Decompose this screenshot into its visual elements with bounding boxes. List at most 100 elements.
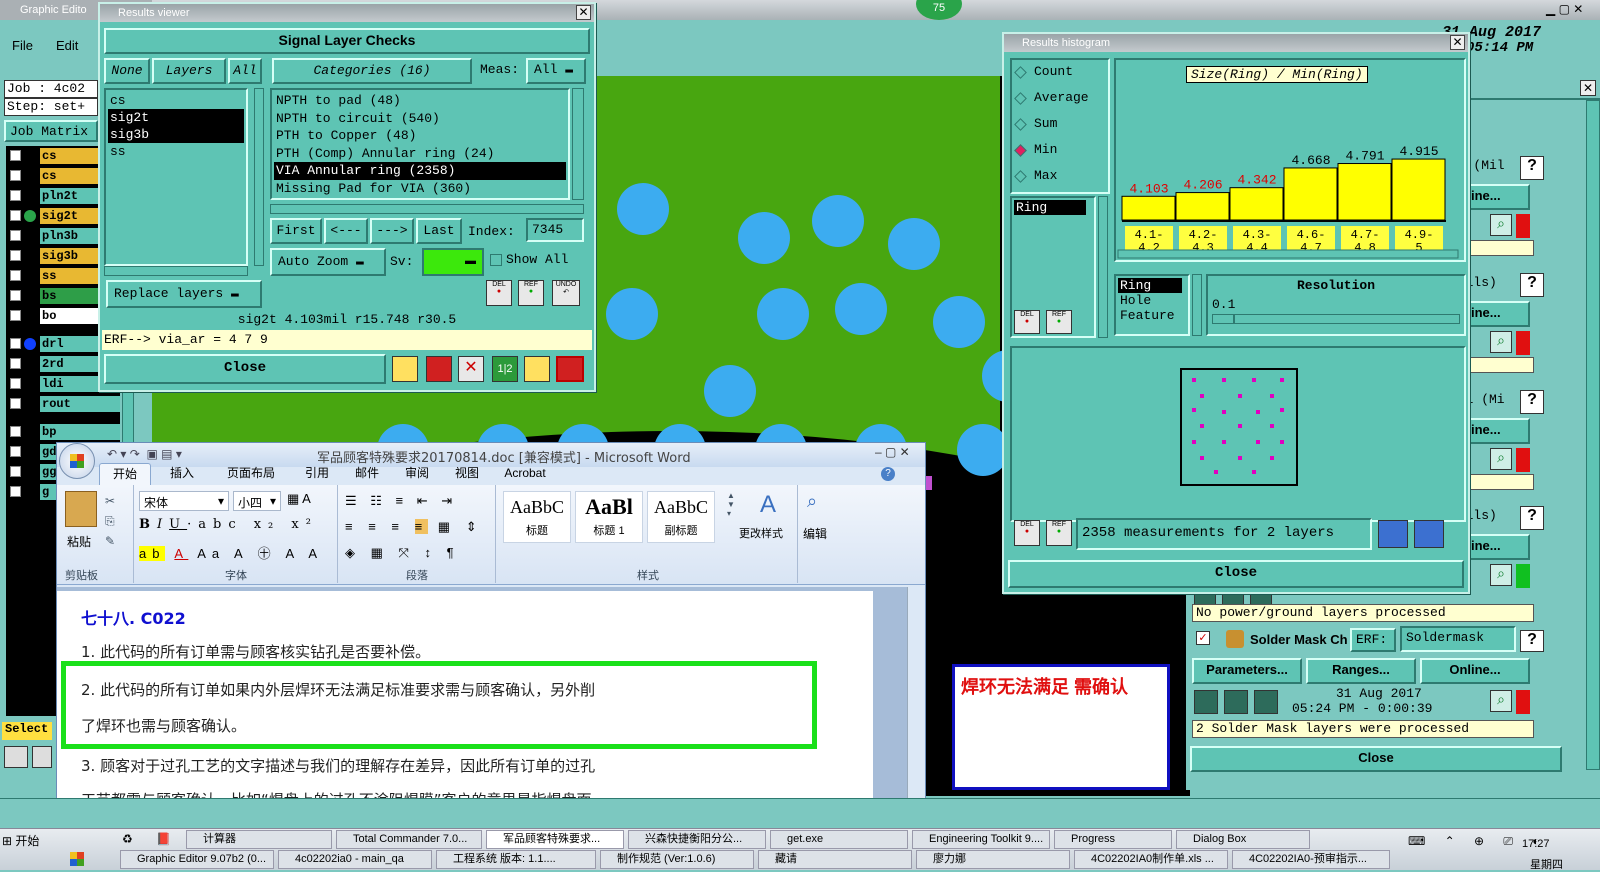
statistic-option[interactable]: Min — [1012, 138, 1108, 164]
font-tools[interactable]: ▦ A — [287, 491, 311, 507]
index-field[interactable]: 7345 — [526, 218, 584, 242]
layer-checkbox[interactable] — [10, 398, 21, 409]
layer-checkbox[interactable] — [10, 230, 21, 241]
zoom-icon[interactable]: ⌕ — [1490, 690, 1512, 712]
layer-checkbox[interactable] — [10, 270, 21, 281]
find-icon[interactable]: ⌕ — [807, 491, 817, 512]
layer-checkbox[interactable] — [10, 426, 21, 437]
histogram-bar[interactable] — [1175, 192, 1230, 221]
taskbar-button[interactable]: 4C02202IA0-预审指示... — [1232, 850, 1390, 869]
job-matrix-button[interactable]: Job Matrix — [4, 120, 98, 142]
word-window-controls[interactable]: – ▢ ✕ — [875, 445, 910, 459]
prev-button[interactable]: <--- — [324, 218, 368, 244]
category-item[interactable]: PTH (Comp) Annular ring (24) — [274, 145, 566, 163]
statistic-option[interactable]: Average — [1012, 86, 1108, 112]
measure-scrollbar[interactable] — [1098, 196, 1108, 338]
taskbar-button[interactable]: 工程系统 版本: 1.1.... — [436, 850, 596, 869]
checklist-close-button[interactable]: Close — [1190, 746, 1562, 772]
category-item[interactable]: VIA Annular ring (2358) — [274, 162, 566, 180]
layer-checkbox[interactable] — [10, 290, 21, 301]
layer-checkbox[interactable] — [10, 466, 21, 477]
radio-icon[interactable] — [1014, 118, 1027, 131]
notes-icon[interactable] — [524, 356, 550, 382]
layer-checkbox[interactable] — [10, 170, 21, 181]
category-item[interactable]: NPTH to circuit (540) — [274, 110, 566, 128]
zoom-icon[interactable]: ⌕ — [1490, 214, 1512, 236]
category-scrollbar[interactable] — [572, 88, 584, 200]
statistic-option[interactable]: Max — [1012, 164, 1108, 190]
change-style-label[interactable]: 更改样式 — [739, 525, 783, 541]
action-icon[interactable] — [1194, 690, 1218, 714]
axis-list-scrollbar[interactable] — [1192, 274, 1202, 336]
taskbar-button[interactable]: 4C02202IA0制作单.xls ... — [1074, 850, 1228, 869]
histogram-bar[interactable] — [1391, 158, 1446, 221]
ribbon-tab[interactable]: 页面布局 — [213, 463, 289, 485]
ref-icon[interactable]: REF ● — [518, 280, 544, 306]
last-button[interactable]: Last — [416, 218, 462, 244]
help-icon[interactable]: ? — [1520, 273, 1544, 297]
ribbon-tab[interactable]: 开始 — [99, 463, 151, 485]
menu-file[interactable]: File — [12, 38, 33, 53]
auto-zoom-select[interactable]: Auto Zoom ▬ — [270, 248, 386, 276]
clipboard-tools[interactable]: ✂ ⎘ ✎ — [105, 491, 115, 551]
show-all-checkbox[interactable] — [490, 254, 502, 266]
close-icon[interactable]: ✕ — [576, 5, 591, 20]
taskbar-button[interactable]: Total Commander 7.0... — [336, 830, 482, 849]
zoom-to-icon[interactable] — [1378, 520, 1408, 548]
font-size-select[interactable]: 小四 ▾ — [233, 491, 281, 511]
histogram-bar[interactable] — [1229, 187, 1284, 221]
panel-close-icon[interactable]: ✕ — [1580, 80, 1596, 96]
layer-row[interactable]: rout — [6, 396, 120, 413]
taskbar-button[interactable]: 廖力娜 — [916, 850, 1070, 869]
select-button[interactable]: Select — [2, 722, 52, 740]
online-button[interactable]: Online... — [1420, 658, 1530, 684]
color-tools[interactable]: ab A Aa A ㊉ A A — [139, 543, 323, 562]
category-item[interactable]: PTH to Copper (48) — [274, 127, 566, 145]
layer-list-scrollbar[interactable] — [254, 88, 264, 266]
format-tools[interactable]: BIU·abc x₂ x² — [139, 517, 318, 532]
help-icon[interactable]: ? — [1520, 390, 1544, 414]
all-button[interactable]: All — [228, 58, 262, 84]
layer-checkbox[interactable] — [10, 378, 21, 389]
histogram-titlebar[interactable]: Results histogram ✕ — [1004, 34, 1468, 52]
taskbar-button[interactable]: 计算器 — [186, 830, 332, 849]
category-list[interactable]: NPTH to pad (48) NPTH to circuit (540) PTH… — [270, 88, 570, 200]
font-name-select[interactable]: 宋体 ▾ — [139, 491, 229, 511]
axis-item[interactable]: Ring — [1118, 278, 1182, 293]
layer-checkbox[interactable] — [10, 250, 21, 261]
align-tools[interactable]: ≡ ≡ ≡ ≡ ▦ ⇕ — [345, 519, 483, 535]
histogram-bar[interactable] — [1283, 167, 1338, 221]
axis-selection-list[interactable]: Ring Hole Feature — [1114, 274, 1190, 336]
replace-layers-select[interactable]: Replace layers ▬ — [106, 280, 262, 308]
ribbon-tab[interactable]: 引用 — [295, 463, 339, 485]
histogram-icon[interactable] — [556, 356, 584, 382]
windows-logo-icon[interactable] — [70, 852, 84, 866]
resolution-slider[interactable] — [1212, 314, 1460, 324]
zoom-tool-icon[interactable] — [4, 746, 28, 768]
layer-checkbox[interactable] — [10, 338, 21, 349]
sv-color-select[interactable]: ▬ — [422, 248, 484, 276]
zoom-icon[interactable]: ⌕ — [1490, 564, 1512, 586]
taskbar-button[interactable]: Graphic Editor 9.07b2 (0... — [120, 850, 274, 869]
radio-icon[interactable] — [1014, 66, 1027, 79]
taskbar-button[interactable]: 兴森快捷衡阳分公... — [628, 830, 766, 849]
histogram-hscroll[interactable] — [1117, 249, 1459, 259]
del-icon[interactable]: DEL ● — [1014, 310, 1040, 334]
category-item[interactable]: Missing Pad for VIA (360) — [274, 180, 566, 198]
panel-scrollbar[interactable] — [1586, 100, 1600, 770]
marker-icon[interactable] — [426, 356, 452, 382]
ribbon-tab[interactable]: 插入 — [157, 463, 207, 485]
erf-field[interactable]: Soldermask — [1400, 626, 1516, 652]
document-scrollbar[interactable] — [907, 587, 925, 829]
layer-select-item[interactable]: sig3b — [108, 126, 244, 143]
histogram-close-button[interactable]: Close — [1008, 560, 1464, 588]
report-icon[interactable] — [392, 356, 418, 382]
help-icon[interactable]: ? — [1520, 506, 1544, 530]
pan-to-icon[interactable] — [1414, 520, 1444, 548]
del-icon[interactable]: DEL ● — [1014, 520, 1040, 546]
step-icon[interactable]: 1|2 — [492, 356, 518, 382]
zoom-icon[interactable]: ⌕ — [1490, 331, 1512, 353]
results-viewer-titlebar[interactable]: Results viewer ✕ — [100, 4, 594, 22]
help-icon[interactable]: ? — [881, 467, 895, 481]
radio-icon[interactable] — [1014, 92, 1027, 105]
